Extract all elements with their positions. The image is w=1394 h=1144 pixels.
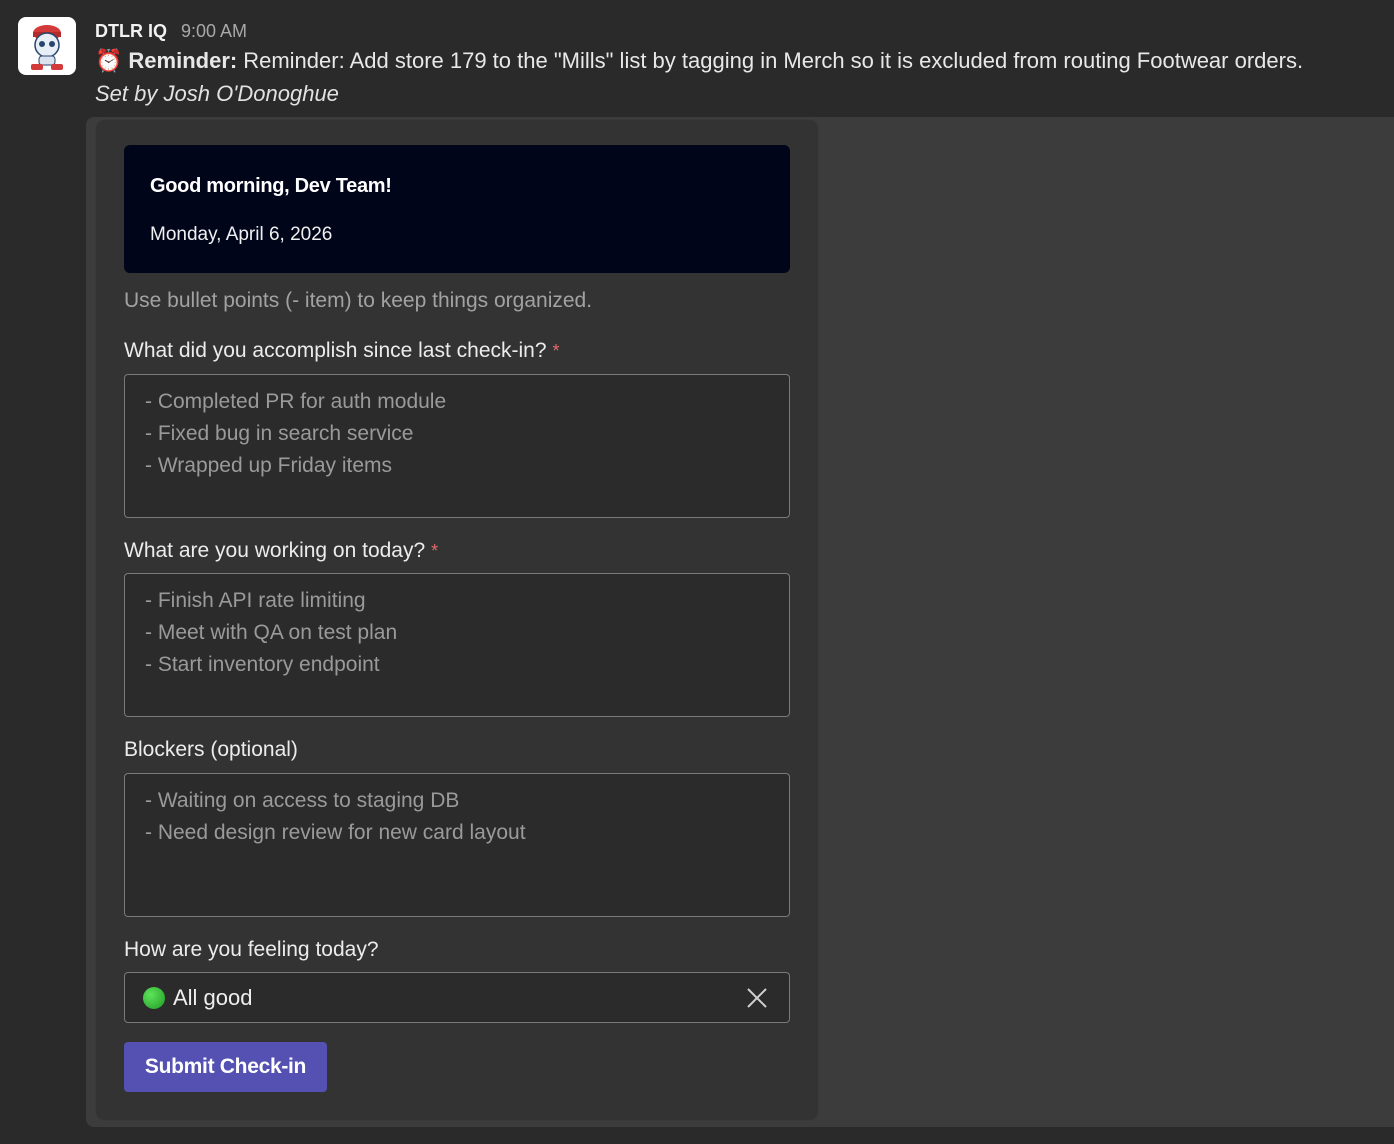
greeting-date: Monday, April 6, 2026 bbox=[150, 224, 333, 245]
placeholder-line: - Meet with QA on test plan bbox=[145, 621, 398, 644]
placeholder-line: - Start inventory endpoint bbox=[145, 653, 380, 676]
green-circle-icon bbox=[143, 986, 165, 1009]
placeholder-line: - Wrapped up Friday items bbox=[145, 454, 393, 477]
placeholder-line: - Completed PR for auth module bbox=[145, 390, 447, 413]
accomplished-label: What did you accomplish since last check… bbox=[124, 339, 560, 363]
bot-avatar[interactable] bbox=[18, 17, 76, 75]
accomplished-textarea[interactable]: - Completed PR for auth module - Fixed b… bbox=[124, 374, 790, 518]
reminder-text: ⏰ Reminder: Reminder: Add store 179 to t… bbox=[95, 48, 1303, 74]
form-hint: Use bullet points (- item) to keep thing… bbox=[124, 289, 593, 312]
blockers-textarea[interactable]: - Waiting on access to staging DB - Need… bbox=[124, 773, 790, 917]
set-by-text: Set by Josh O'Donoghue bbox=[95, 81, 339, 106]
placeholder-line: - Finish API rate limiting bbox=[145, 589, 366, 612]
reminder-prefix: Reminder: bbox=[128, 48, 238, 73]
sender-name[interactable]: DTLR IQ bbox=[95, 21, 167, 42]
required-marker: * bbox=[431, 541, 439, 561]
required-marker: * bbox=[552, 341, 560, 361]
clear-selection-icon[interactable] bbox=[745, 986, 769, 1010]
message-timestamp[interactable]: 9:00 AM bbox=[181, 21, 247, 42]
today-label-text: What are you working on today? bbox=[124, 539, 426, 562]
feeling-select[interactable]: All good bbox=[124, 972, 790, 1023]
mascot-avatar-icon bbox=[31, 25, 63, 70]
today-textarea[interactable]: - Finish API rate limiting - Meet with Q… bbox=[124, 573, 790, 717]
blockers-label: Blockers (optional) bbox=[124, 738, 298, 761]
today-label: What are you working on today? * bbox=[124, 539, 438, 563]
reminder-body: Reminder: Add store 179 to the "Mills" l… bbox=[243, 48, 1304, 73]
message-header: DTLR IQ 9:00 AM bbox=[95, 21, 247, 42]
alarm-clock-icon: ⏰ bbox=[95, 48, 123, 73]
feeling-selected-value: All good bbox=[173, 984, 253, 1010]
feeling-label: How are you feeling today? bbox=[124, 938, 379, 961]
placeholder-line: - Need design review for new card layout bbox=[145, 821, 526, 844]
greeting-banner: Good morning, Dev Team! Monday, April 6,… bbox=[124, 145, 790, 273]
slack-message: DTLR IQ 9:00 AM ⏰ Reminder: Reminder: Ad… bbox=[0, 0, 1394, 1144]
placeholder-line: - Fixed bug in search service bbox=[145, 422, 414, 445]
submit-checkin-button[interactable]: Submit Check-in bbox=[124, 1042, 327, 1092]
accomplished-label-text: What did you accomplish since last check… bbox=[124, 339, 547, 362]
greeting-title: Good morning, Dev Team! bbox=[150, 175, 392, 197]
placeholder-line: - Waiting on access to staging DB bbox=[145, 789, 460, 812]
